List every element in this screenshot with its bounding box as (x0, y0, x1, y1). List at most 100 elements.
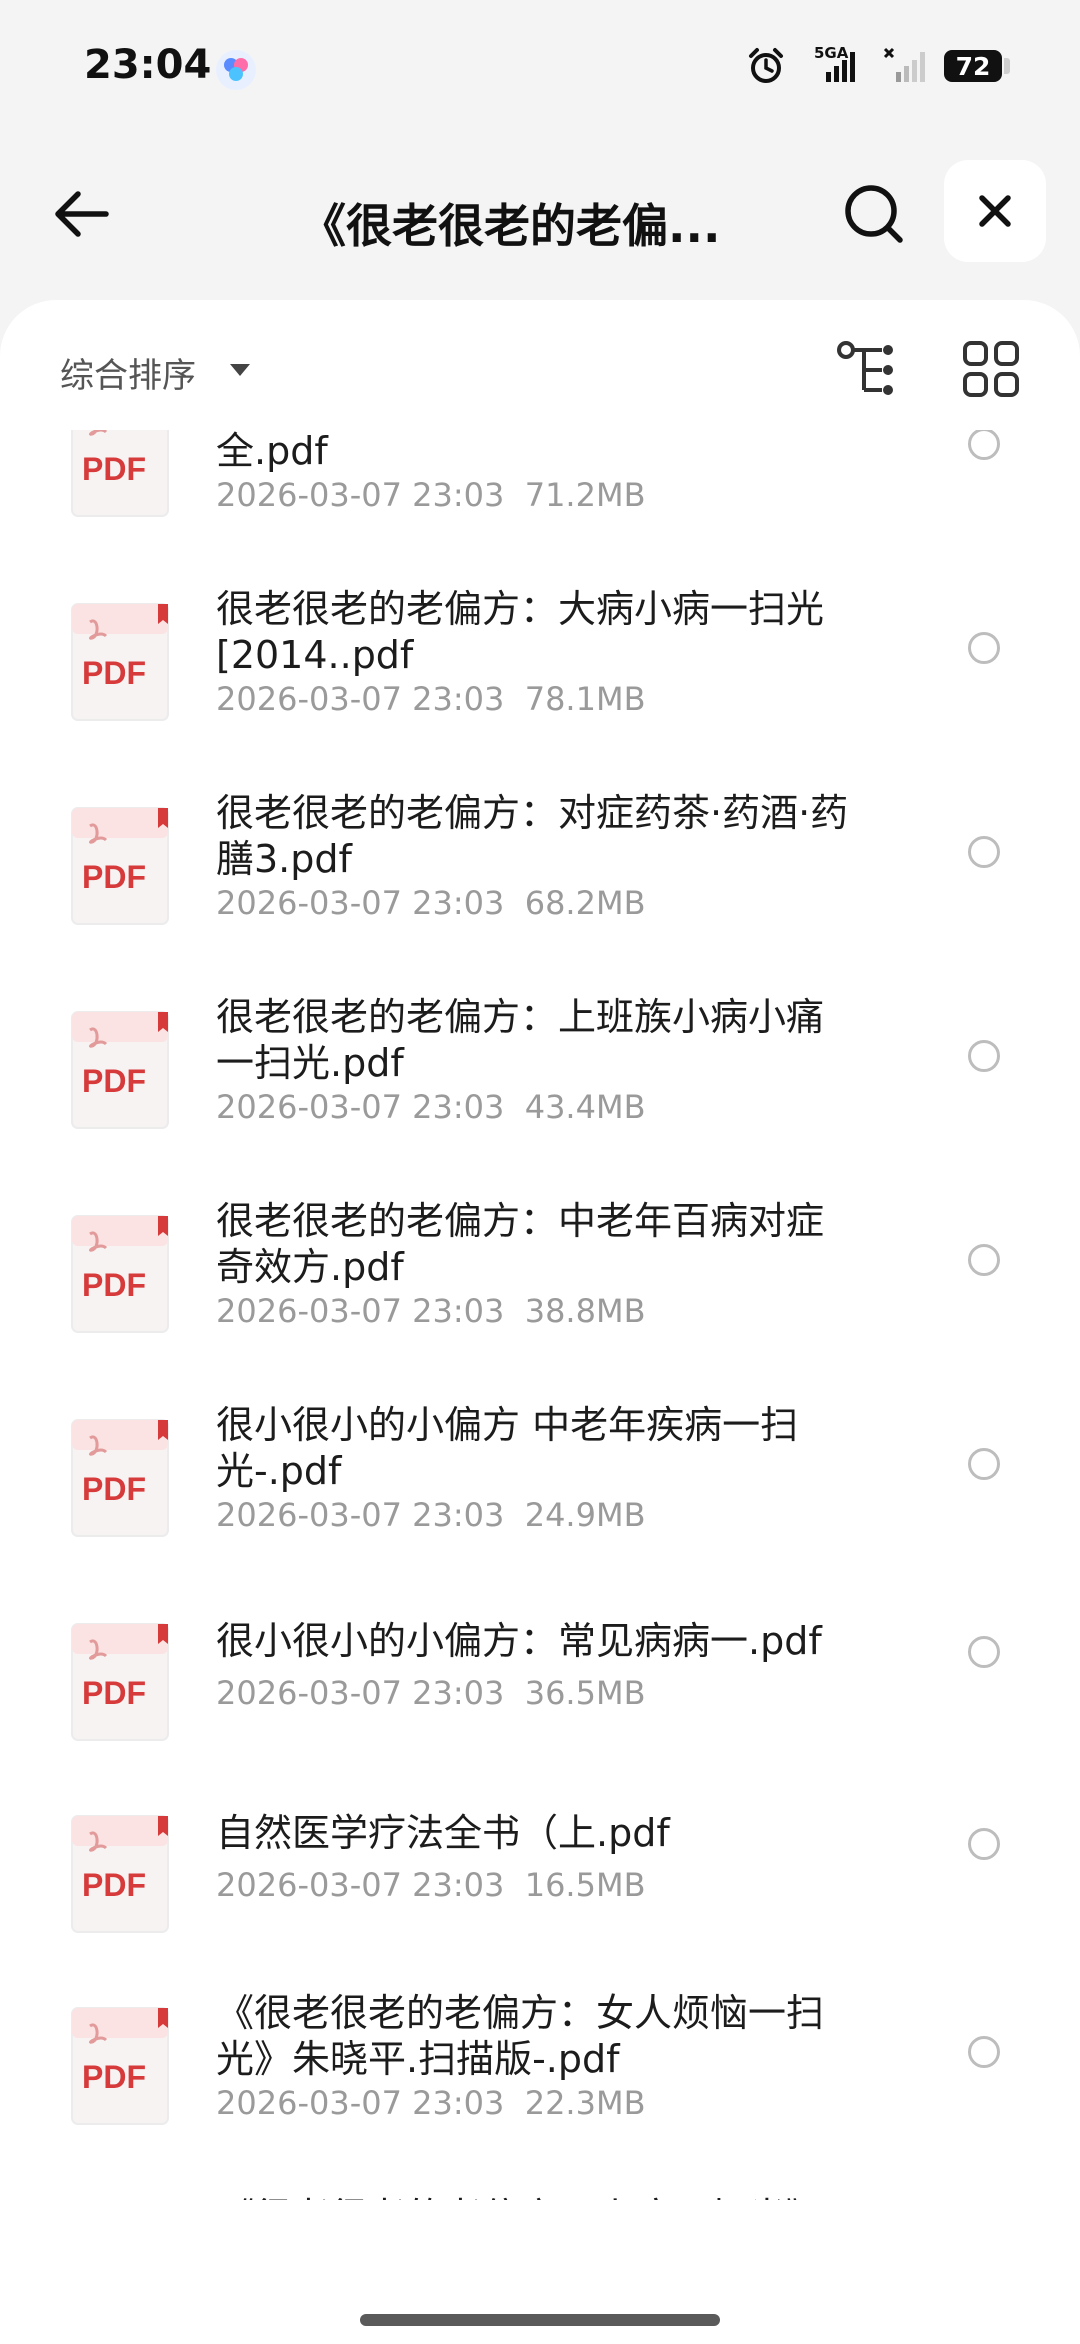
file-row[interactable]: PDF 《很老很老的老偏方：女人烦恼一扫光》朱晓平.扫描版-.pdf 2026-… (0, 1958, 1080, 2162)
file-row[interactable]: PDF 很老很老的老偏方：对症药茶·药酒·药膳3.pdf 2026-03-07 … (0, 758, 1080, 962)
caret-down-icon (230, 364, 250, 376)
select-radio[interactable] (968, 1636, 1000, 1668)
file-name: 很老很老的老偏方：上班族小病小痛一扫光.pdf (216, 995, 825, 1085)
select-radio[interactable] (968, 836, 1000, 868)
app-notification-icon (216, 50, 256, 90)
svg-text:PDF: PDF (82, 1267, 146, 1303)
grid-view-icon (963, 341, 1019, 397)
file-name: 很老很老的老偏方：中老年百病对症奇效方.pdf (216, 1199, 825, 1289)
select-radio[interactable] (968, 1448, 1000, 1480)
file-meta: 2026-03-07 23:03 71.2MB (216, 476, 646, 514)
file-row[interactable]: PDF 很老很老的老偏方：大病小病一扫光[2014..pdf 2026-03-0… (0, 554, 1080, 758)
file-date: 2026-03-07 23:03 (216, 1088, 505, 1126)
file-row[interactable]: PDF 很老很老的老偏方：中老年百病对症奇效方.pdf 2026-03-07 2… (0, 1166, 1080, 1370)
svg-text:PDF: PDF (82, 451, 146, 487)
svg-text:PDF: PDF (82, 1471, 146, 1507)
file-size: 22.3MB (524, 2084, 646, 2122)
file-size: 71.2MB (524, 476, 646, 514)
file-row[interactable]: PDF 很小很小的小偏方：常见病病一.pdf 2026-03-07 23:03 … (0, 1574, 1080, 1766)
file-date: 2026-03-07 23:03 (216, 680, 505, 718)
file-name: 很老很老的老偏方：大病小病一扫光[2014..pdf (216, 587, 825, 677)
app-header: 《很老很老的老偏... (0, 140, 1080, 300)
pdf-file-icon: PDF (71, 807, 169, 925)
pdf-file-icon: PDF (71, 1011, 169, 1129)
file-date: 2026-03-07 23:03 (216, 884, 505, 922)
file-size: 78.1MB (524, 680, 646, 718)
file-name: 自然医学疗法全书（上.pdf (216, 1811, 670, 1855)
pdf-file-icon: PDF (71, 1815, 169, 1933)
select-radio[interactable] (968, 1040, 1000, 1072)
select-radio[interactable] (968, 430, 1000, 460)
file-date: 2026-03-07 23:03 (216, 1496, 505, 1534)
file-meta: 2026-03-07 23:03 78.1MB (216, 680, 646, 718)
pdf-file-icon: PDF (71, 2007, 169, 2125)
alarm-icon (749, 48, 783, 83)
search-icon (845, 185, 903, 243)
file-sheet: 综合排序 PDF 全.pdf 2026-03-07 23:03 71.2MB P… (0, 300, 1080, 2344)
battery-level: 72 (944, 50, 1002, 82)
file-meta: 2026-03-07 23:03 22.3MB (216, 2084, 646, 2122)
svg-text:PDF: PDF (82, 2059, 146, 2095)
file-size: 38.8MB (524, 1292, 646, 1330)
file-meta: 2026-03-07 23:03 16.5MB (216, 1866, 646, 1904)
svg-text:PDF: PDF (82, 1063, 146, 1099)
svg-text:PDF: PDF (82, 1867, 146, 1903)
battery-icon: 72 (944, 50, 1010, 82)
close-icon (979, 195, 1011, 227)
file-size: 24.9MB (524, 1496, 646, 1534)
home-indicator[interactable] (360, 2314, 720, 2326)
select-radio[interactable] (968, 1828, 1000, 1860)
file-row[interactable]: PDF 很小很小的小偏方 中老年疾病一扫光-.pdf 2026-03-07 23… (0, 1370, 1080, 1574)
file-row[interactable]: PDF 《很老很老的老偏方：小病一扫光》朱晓平.扫描版-.pdf (0, 2162, 1080, 2200)
file-name: 很小很小的小偏方：常见病病一.pdf (216, 1619, 822, 1663)
svg-text:PDF: PDF (82, 655, 146, 691)
sort-toolbar: 综合排序 (0, 300, 1080, 430)
svg-text:PDF: PDF (82, 859, 146, 895)
select-radio[interactable] (968, 2036, 1000, 2068)
file-date: 2026-03-07 23:03 (216, 476, 505, 514)
sort-label: 综合排序 (60, 356, 196, 396)
file-name: 《很老很老的老偏方：女人烦恼一扫光》朱晓平.扫描版-.pdf (216, 1991, 825, 2081)
file-meta: 2026-03-07 23:03 36.5MB (216, 1674, 646, 1712)
pdf-file-icon: PDF (71, 1215, 169, 1333)
signal-weak-icon (883, 47, 925, 82)
file-date: 2026-03-07 23:03 (216, 1866, 505, 1904)
svg-text:PDF: PDF (82, 1675, 146, 1711)
page-title: 《很老很老的老偏... (300, 199, 721, 253)
file-name: 很小很小的小偏方 中老年疾病一扫光-.pdf (216, 1403, 799, 1493)
file-size: 43.4MB (524, 1088, 646, 1126)
file-row[interactable]: PDF 很老很老的老偏方：上班族小病小痛一扫光.pdf 2026-03-07 2… (0, 962, 1080, 1166)
grid-view-button[interactable] (962, 340, 1020, 398)
file-meta: 2026-03-07 23:03 68.2MB (216, 884, 646, 922)
file-name: 很老很老的老偏方大全集：日常小病全.pdf (216, 430, 328, 473)
pdf-file-icon: PDF (71, 603, 169, 721)
file-date: 2026-03-07 23:03 (216, 1674, 505, 1712)
arrow-left-icon (55, 191, 109, 237)
tree-view-icon (837, 341, 893, 395)
search-button[interactable] (838, 178, 910, 250)
pdf-file-icon: PDF (71, 430, 169, 517)
file-row[interactable]: PDF 很老很老的老偏方大全集：日常小病全.pdf 2026-03-07 23:… (0, 430, 1080, 554)
pdf-file-icon: PDF (71, 1419, 169, 1537)
file-date: 2026-03-07 23:03 (216, 2084, 505, 2122)
file-size: 68.2MB (524, 884, 646, 922)
file-list: PDF 很老很老的老偏方大全集：日常小病全.pdf 2026-03-07 23:… (0, 430, 1080, 2200)
close-button[interactable] (944, 160, 1046, 262)
select-radio[interactable] (968, 1244, 1000, 1276)
file-meta: 2026-03-07 23:03 43.4MB (216, 1088, 646, 1126)
file-meta: 2026-03-07 23:03 38.8MB (216, 1292, 646, 1330)
back-button[interactable] (46, 178, 118, 250)
file-size: 16.5MB (524, 1866, 646, 1904)
file-date: 2026-03-07 23:03 (216, 1292, 505, 1330)
signal-5ga-icon: 5GA (804, 44, 864, 86)
file-name: 很老很老的老偏方：对症药茶·药酒·药膳3.pdf (216, 791, 849, 881)
tree-view-button[interactable] (836, 340, 900, 400)
file-row[interactable]: PDF 自然医学疗法全书（上.pdf 2026-03-07 23:03 16.5… (0, 1766, 1080, 1958)
pdf-file-icon: PDF (71, 1623, 169, 1741)
status-icons: 5GA 72 (746, 44, 1010, 88)
status-bar: 23:04 5GA 72 (0, 0, 1080, 140)
file-name: 《很老很老的老偏方：小病一扫光》朱晓平.扫描版-.pdf (216, 2194, 856, 2200)
select-radio[interactable] (968, 632, 1000, 664)
status-time: 23:04 (84, 42, 212, 88)
file-size: 36.5MB (524, 1674, 646, 1712)
